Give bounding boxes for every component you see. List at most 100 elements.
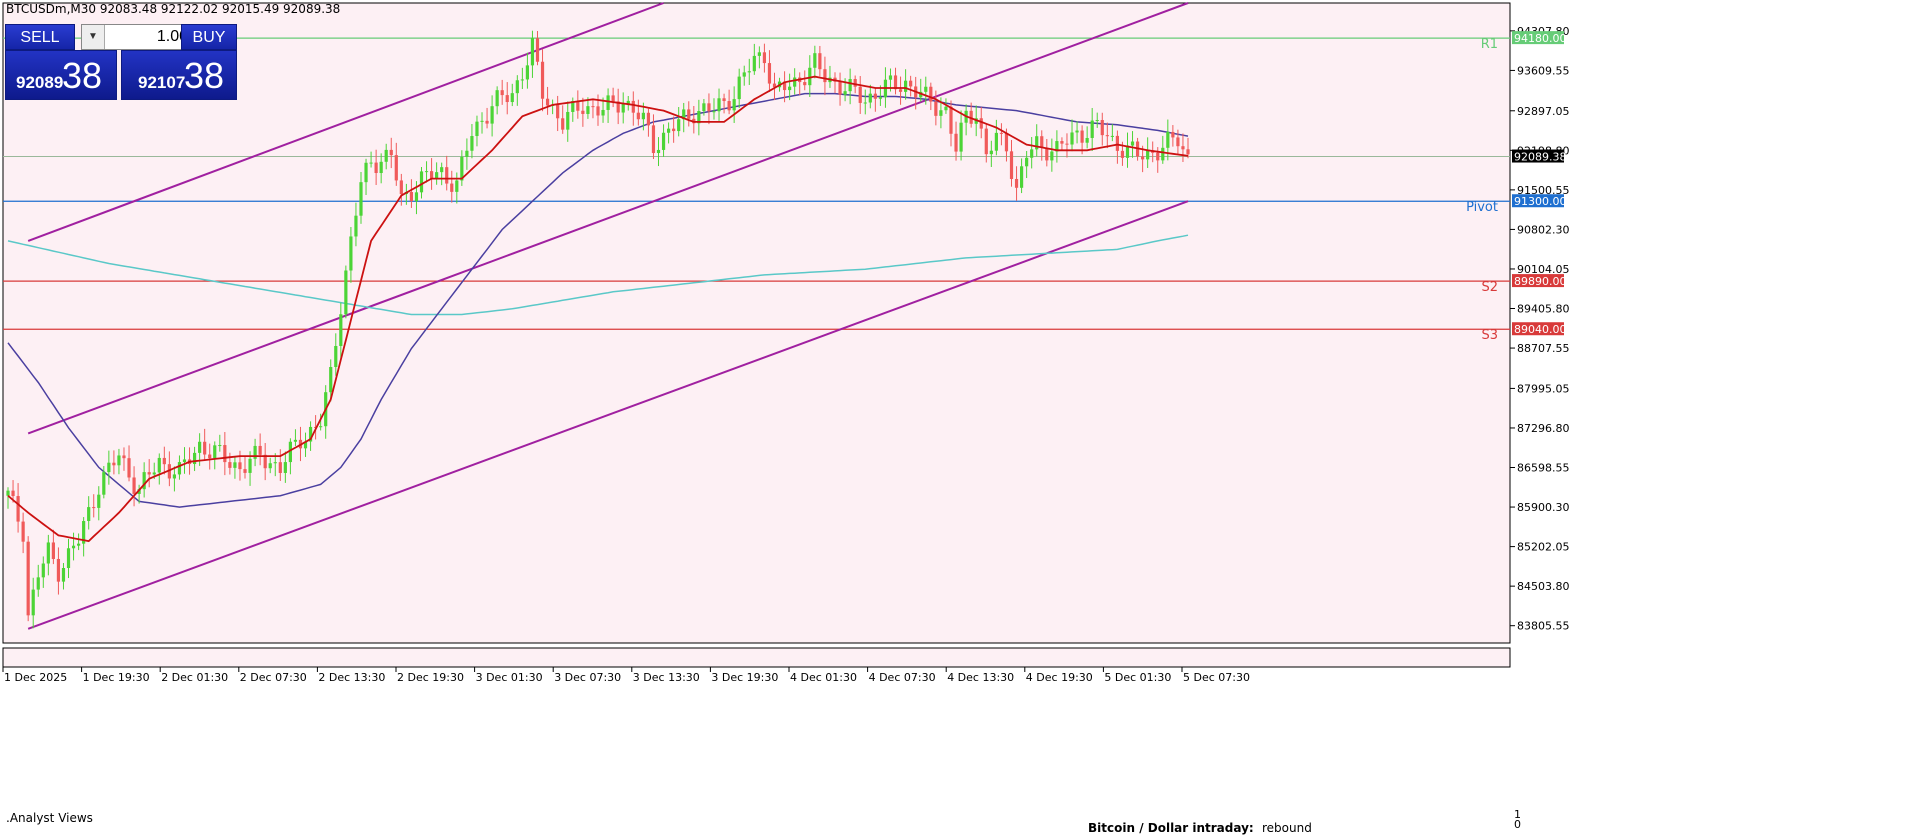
candle-body[interactable] xyxy=(672,128,676,132)
candle-body[interactable] xyxy=(510,93,514,103)
candle-body[interactable] xyxy=(1004,133,1009,152)
candle-body[interactable] xyxy=(455,180,459,192)
candle-body[interactable] xyxy=(66,548,71,569)
candle-body[interactable] xyxy=(596,106,600,116)
candle-body[interactable] xyxy=(399,180,403,195)
candle-body[interactable] xyxy=(208,454,212,459)
candle-body[interactable] xyxy=(394,155,398,181)
candle-body[interactable] xyxy=(127,458,131,478)
candle-body[interactable] xyxy=(1181,146,1185,150)
candle-body[interactable] xyxy=(823,69,827,83)
candle-body[interactable] xyxy=(198,441,202,453)
candle-body[interactable] xyxy=(1110,135,1114,137)
candle-body[interactable] xyxy=(813,53,817,68)
candle-body[interactable] xyxy=(545,98,550,106)
candle-body[interactable] xyxy=(732,99,736,111)
candle-body[interactable] xyxy=(248,458,252,473)
candle-body[interactable] xyxy=(621,103,625,113)
candle-body[interactable] xyxy=(924,86,928,92)
candle-body[interactable] xyxy=(1130,141,1135,146)
candle-body[interactable] xyxy=(334,345,338,368)
candle-body[interactable] xyxy=(11,490,15,497)
candle-body[interactable] xyxy=(1095,120,1099,122)
candle-body[interactable] xyxy=(707,103,711,112)
candle-body[interactable] xyxy=(182,459,187,463)
candle-body[interactable] xyxy=(818,53,822,70)
candle-body[interactable] xyxy=(722,98,726,102)
candle-body[interactable] xyxy=(92,507,96,509)
candle-body[interactable] xyxy=(556,104,560,119)
candle-body[interactable] xyxy=(87,507,91,522)
candle-body[interactable] xyxy=(666,128,671,133)
candle-body[interactable] xyxy=(727,101,731,111)
candle-body[interactable] xyxy=(1085,137,1089,143)
candle-body[interactable] xyxy=(475,121,479,137)
candle-body[interactable] xyxy=(1115,135,1120,151)
candle-body[interactable] xyxy=(278,462,282,473)
candle-body[interactable] xyxy=(1019,166,1024,188)
candle-body[interactable] xyxy=(525,65,530,80)
candle-body[interactable] xyxy=(223,445,227,463)
candle-body[interactable] xyxy=(1166,131,1170,148)
candle-body[interactable] xyxy=(540,61,545,99)
candle-body[interactable] xyxy=(1065,143,1069,145)
candle-body[interactable] xyxy=(36,577,40,590)
candle-body[interactable] xyxy=(1141,156,1145,160)
candle-body[interactable] xyxy=(41,563,45,578)
candle-body[interactable] xyxy=(480,120,484,122)
candle-body[interactable] xyxy=(495,90,499,107)
candle-body[interactable] xyxy=(1030,149,1034,158)
candle-body[interactable] xyxy=(339,314,343,346)
candle-body[interactable] xyxy=(364,162,368,183)
candle-body[interactable] xyxy=(646,112,651,126)
candle-body[interactable] xyxy=(742,72,746,77)
candle-body[interactable] xyxy=(470,136,474,151)
candle-body[interactable] xyxy=(1075,130,1079,133)
candle-body[interactable] xyxy=(1100,120,1104,136)
candle-body[interactable] xyxy=(51,542,55,559)
candle-body[interactable] xyxy=(898,89,903,92)
candle-body[interactable] xyxy=(384,149,388,162)
candle-body[interactable] xyxy=(530,38,535,66)
candle-body[interactable] xyxy=(853,79,857,87)
candle-body[interactable] xyxy=(788,86,792,91)
candle-body[interactable] xyxy=(203,441,207,455)
candle-body[interactable] xyxy=(591,106,595,108)
candle-body[interactable] xyxy=(500,90,504,96)
candle-body[interactable] xyxy=(429,171,434,179)
candle-body[interactable] xyxy=(445,167,449,184)
candle-body[interactable] xyxy=(6,490,10,496)
candle-body[interactable] xyxy=(344,270,348,315)
sell-button[interactable]: SELL xyxy=(5,24,75,50)
candle-body[interactable] xyxy=(359,182,363,216)
candle-body[interactable] xyxy=(31,589,35,616)
candle-body[interactable] xyxy=(112,462,116,466)
candle-body[interactable] xyxy=(1120,150,1125,158)
candle-body[interactable] xyxy=(374,162,378,174)
candle-body[interactable] xyxy=(450,183,454,192)
candle-body[interactable] xyxy=(132,477,136,494)
candle-body[interactable] xyxy=(611,95,615,102)
candle-body[interactable] xyxy=(147,472,151,475)
candle-body[interactable] xyxy=(687,109,691,119)
candle-body[interactable] xyxy=(258,445,262,455)
candle-body[interactable] xyxy=(56,558,61,582)
candle-body[interactable] xyxy=(520,79,524,81)
candle-body[interactable] xyxy=(949,106,953,134)
candle-body[interactable] xyxy=(424,171,429,173)
candle-body[interactable] xyxy=(863,102,867,104)
candle-body[interactable] xyxy=(71,545,76,549)
candle-body[interactable] xyxy=(485,120,489,124)
candle-body[interactable] xyxy=(717,98,721,112)
candle-body[interactable] xyxy=(1060,141,1064,144)
candle-body[interactable] xyxy=(228,462,232,468)
candle-body[interactable] xyxy=(1090,120,1094,138)
candle-body[interactable] xyxy=(1156,152,1160,161)
candle-body[interactable] xyxy=(1070,132,1074,145)
buy-price-box[interactable]: 92107 38 xyxy=(121,50,237,100)
candle-body[interactable] xyxy=(737,76,741,100)
candle-body[interactable] xyxy=(440,167,444,173)
candle-body[interactable] xyxy=(102,472,106,495)
candle-body[interactable] xyxy=(989,150,993,155)
candle-body[interactable] xyxy=(752,55,756,72)
